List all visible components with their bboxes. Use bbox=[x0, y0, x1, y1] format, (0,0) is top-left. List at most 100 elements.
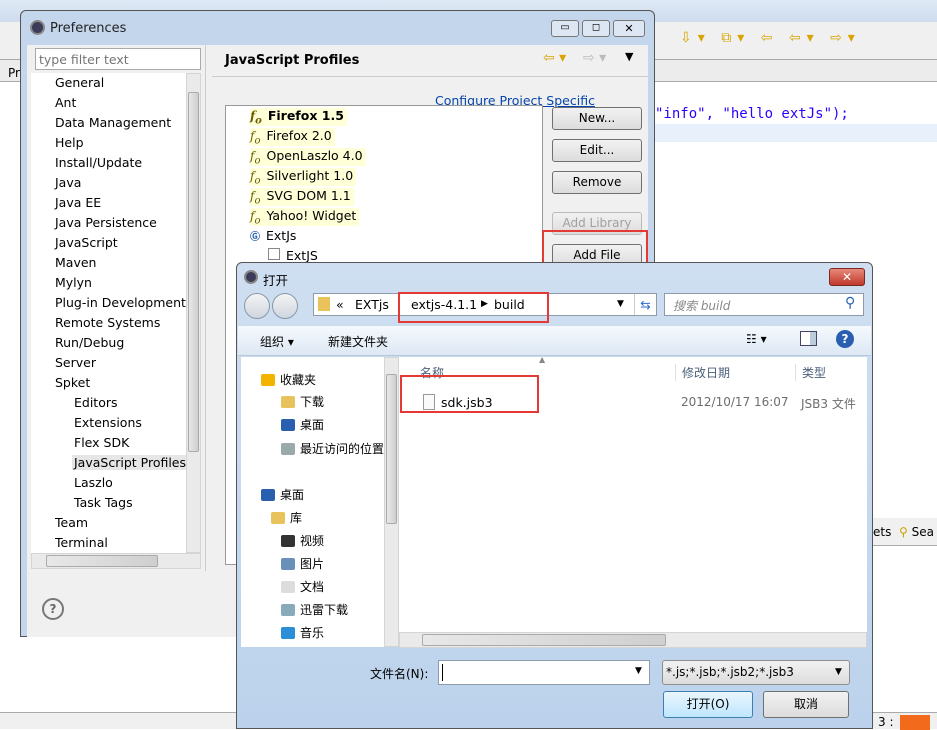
profile-item[interactable]: fo Yahoo! Widget bbox=[250, 208, 360, 227]
music-icon bbox=[281, 627, 295, 639]
back-nav-icon[interactable]: ⇦ ▾ bbox=[543, 50, 566, 66]
tree-item[interactable]: Java Persistence bbox=[55, 215, 157, 230]
refresh-button[interactable]: ⇆ bbox=[634, 294, 656, 315]
cancel-button[interactable]: 取消 bbox=[763, 691, 849, 718]
breadcrumb-item[interactable]: EXTjs bbox=[355, 294, 389, 315]
tree-item[interactable]: Team bbox=[55, 515, 88, 530]
tree-item[interactable]: Plug-in Development bbox=[55, 295, 186, 310]
back-button[interactable] bbox=[244, 293, 270, 319]
profile-item[interactable]: fo SVG DOM 1.1 bbox=[250, 188, 354, 207]
tree-item[interactable]: Java EE bbox=[55, 195, 101, 210]
library-icon bbox=[268, 248, 280, 260]
tree-item[interactable]: Flex SDK bbox=[74, 435, 129, 450]
preferences-title: Preferences bbox=[50, 21, 127, 36]
profile-item[interactable]: fo OpenLaszlo 4.0 bbox=[250, 148, 366, 167]
nav-item[interactable]: 音乐 bbox=[281, 624, 324, 641]
tree-item[interactable]: Task Tags bbox=[74, 495, 133, 510]
nav-item[interactable]: 图片 bbox=[281, 555, 324, 572]
tree-item[interactable]: Terminal bbox=[55, 535, 108, 550]
new-folder-button[interactable]: 新建文件夹 bbox=[328, 333, 388, 350]
search-box[interactable]: 搜索 build ⚲ bbox=[664, 293, 864, 316]
nav-item[interactable]: 桌面 bbox=[261, 486, 304, 503]
tree-item[interactable]: JavaScript bbox=[55, 235, 118, 250]
column-type[interactable]: 类型 bbox=[795, 364, 826, 381]
add-library-button[interactable]: Add Library bbox=[552, 212, 642, 235]
address-dropdown[interactable]: ▼ bbox=[617, 294, 624, 315]
tree-item[interactable]: Editors bbox=[74, 395, 118, 410]
nav-item[interactable]: 迅雷下载 bbox=[281, 601, 348, 618]
tree-item[interactable]: Spket bbox=[55, 375, 90, 390]
tree-item[interactable]: Data Management bbox=[55, 115, 171, 130]
group-icon: Ⓖ bbox=[250, 232, 260, 243]
close-button[interactable]: ✕ bbox=[829, 268, 865, 286]
nav-item[interactable]: 下载 bbox=[281, 393, 324, 410]
breadcrumb-item[interactable]: extjs-4.1.1 bbox=[411, 294, 477, 315]
breadcrumb-item[interactable]: build bbox=[494, 294, 525, 315]
sash[interactable] bbox=[205, 45, 212, 571]
tab-partial[interactable]: ets bbox=[873, 525, 891, 539]
breadcrumb-overflow[interactable]: « bbox=[336, 297, 344, 312]
tree-item[interactable]: Laszlo bbox=[74, 475, 113, 490]
tree-vertical-scrollbar[interactable] bbox=[186, 73, 201, 553]
tree-item[interactable]: Remote Systems bbox=[55, 315, 160, 330]
open-dialog-title: 打开 bbox=[263, 273, 289, 288]
file-row[interactable]: sdk.jsb3 2012/10/17 16:07 JSB3 文件 bbox=[399, 393, 867, 413]
nav-label: 图片 bbox=[300, 557, 325, 571]
address-bar[interactable]: « EXTjs extjs-4.1.1 ▶ build ▼ ⇆ bbox=[313, 293, 657, 316]
code-line: "info", "hello extJs"); bbox=[655, 106, 849, 122]
nav-item[interactable]: 最近访问的位置 bbox=[281, 440, 384, 457]
help-icon[interactable]: ? bbox=[836, 330, 854, 348]
new-button[interactable]: New... bbox=[552, 107, 642, 130]
files-horizontal-scrollbar[interactable] bbox=[399, 632, 867, 648]
tree-item[interactable]: Install/Update bbox=[55, 155, 142, 170]
minimize-button[interactable]: ▭ bbox=[551, 20, 579, 37]
profile-item[interactable]: fo Firefox 1.5 bbox=[250, 108, 347, 127]
pictures-icon bbox=[281, 558, 295, 570]
maximize-button[interactable]: ◻ bbox=[582, 20, 610, 37]
tree-item[interactable]: Server bbox=[55, 355, 96, 370]
column-date[interactable]: 修改日期 bbox=[675, 364, 730, 381]
tree-horizontal-scrollbar[interactable] bbox=[31, 553, 201, 569]
filter-input[interactable] bbox=[35, 48, 201, 70]
tree-item[interactable]: Extensions bbox=[74, 415, 142, 430]
tab-search[interactable]: ⚲ Sea bbox=[899, 525, 934, 539]
toolbar-icons[interactable]: ⇩▾ ⧉▾ ⇦ ⇦▾ ⇨▾ bbox=[680, 30, 861, 46]
tree-item[interactable]: General bbox=[55, 75, 104, 90]
help-icon[interactable]: ? bbox=[42, 598, 64, 620]
close-button[interactable]: ✕ bbox=[613, 20, 645, 37]
header-separator bbox=[212, 76, 648, 77]
star-icon bbox=[261, 374, 275, 386]
nav-item[interactable]: 视频 bbox=[281, 532, 324, 549]
column-name[interactable]: 名称 bbox=[420, 364, 444, 381]
profile-item[interactable]: fo Silverlight 1.0 bbox=[250, 168, 357, 187]
tree-item[interactable]: Maven bbox=[55, 255, 96, 270]
tree-item[interactable]: Help bbox=[55, 135, 84, 150]
open-button[interactable]: 打开(O) bbox=[663, 691, 753, 718]
tree-item[interactable]: Run/Debug bbox=[55, 335, 124, 350]
filename-input[interactable]: ▼ bbox=[438, 660, 650, 685]
nav-item[interactable]: 库 bbox=[271, 509, 302, 526]
profile-label: Firefox 2.0 bbox=[266, 128, 332, 143]
nav-vertical-scrollbar[interactable] bbox=[384, 357, 399, 647]
organize-menu[interactable]: 组织 ▾ bbox=[260, 333, 294, 350]
nav-item[interactable]: 文档 bbox=[281, 578, 324, 595]
filename-dropdown-icon[interactable]: ▼ bbox=[635, 666, 642, 676]
profile-group[interactable]: Ⓖ ExtJs bbox=[250, 228, 299, 243]
tree-item[interactable]: Ant bbox=[55, 95, 76, 110]
profile-item[interactable]: fo Firefox 2.0 bbox=[250, 128, 335, 147]
forward-button[interactable] bbox=[272, 293, 298, 319]
profile-library[interactable]: ExtJS bbox=[268, 248, 321, 263]
edit-button[interactable]: Edit... bbox=[552, 139, 642, 162]
nav-item[interactable]: 桌面 bbox=[281, 416, 324, 433]
file-type-filter[interactable]: *.js;*.jsb;*.jsb2;*.jsb3 ▼ bbox=[662, 660, 850, 685]
filename-value bbox=[442, 664, 443, 681]
forward-nav-icon[interactable]: ⇨ ▾ bbox=[583, 50, 606, 66]
view-menu-icon[interactable]: ▼ bbox=[625, 50, 633, 63]
nav-item[interactable]: 收藏夹 bbox=[261, 371, 316, 388]
tree-item[interactable]: Mylyn bbox=[55, 275, 92, 290]
tree-item[interactable]: JavaScript Profiles bbox=[72, 455, 189, 470]
view-options-icon[interactable]: ☷ ▾ bbox=[746, 332, 767, 346]
preview-pane-icon[interactable] bbox=[800, 331, 817, 346]
remove-button[interactable]: Remove bbox=[552, 171, 642, 194]
tree-item[interactable]: Java bbox=[55, 175, 81, 190]
